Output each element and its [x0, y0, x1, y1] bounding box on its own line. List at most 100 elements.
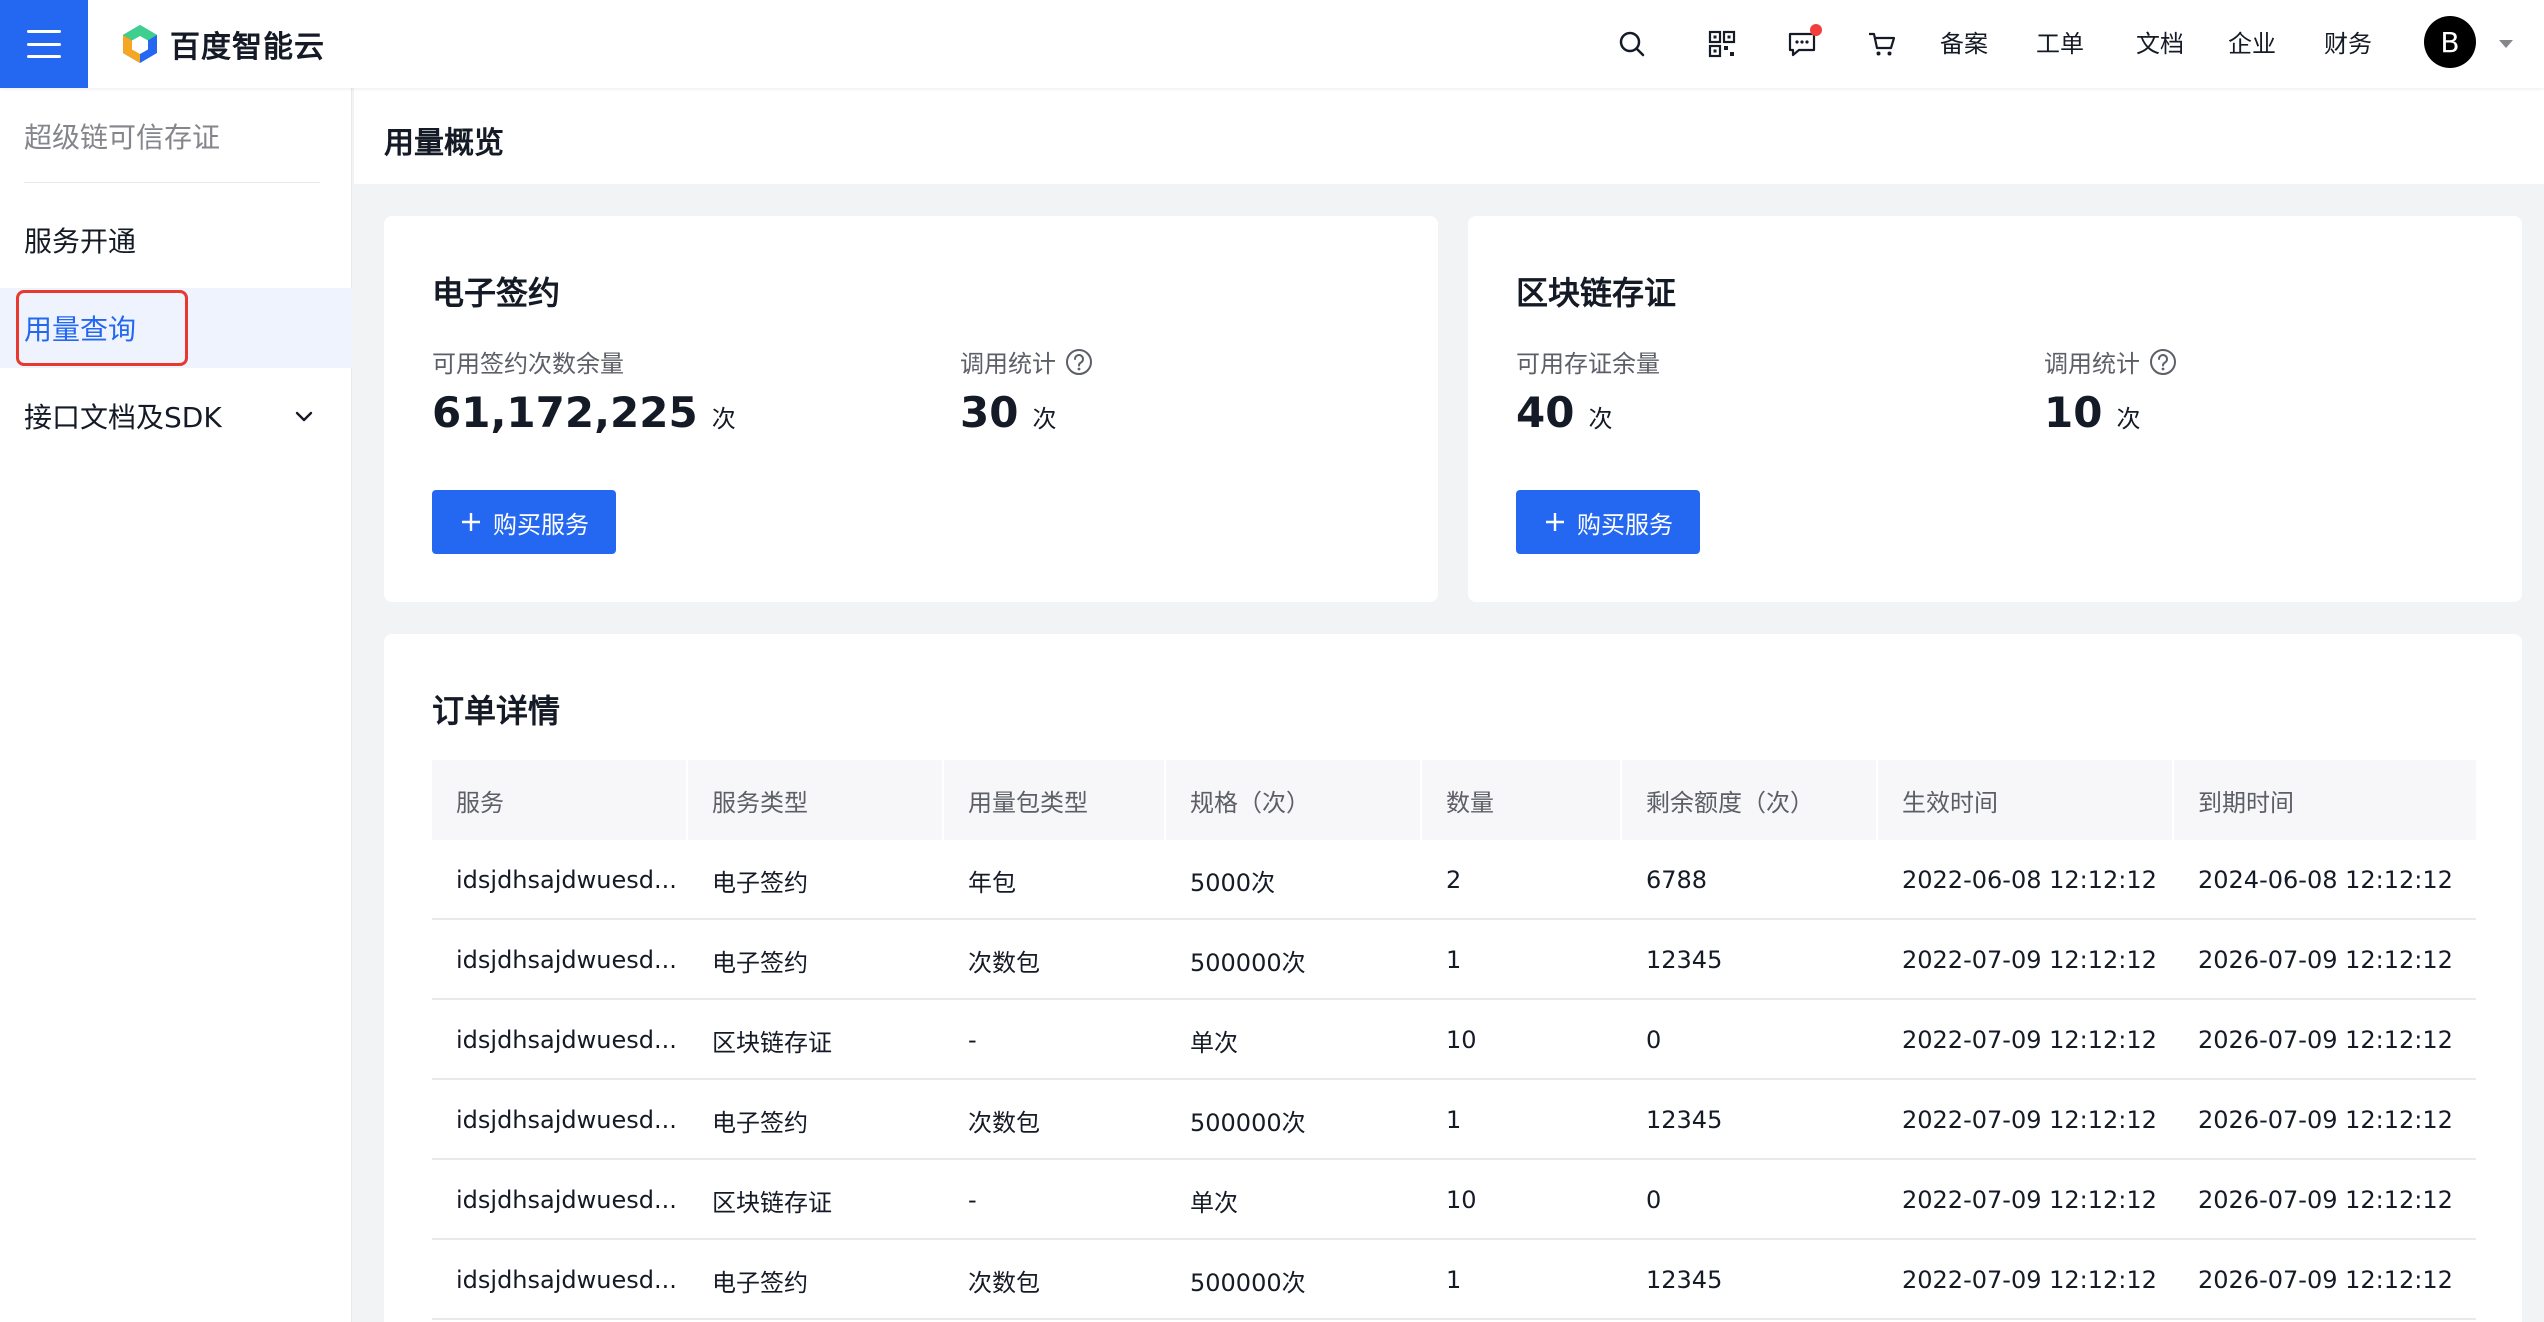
expiry-time-cell: 2026-07-09 12:12:12	[2198, 946, 2453, 974]
buy-service-label: 购买服务	[1577, 510, 1673, 539]
service-type-cell: 电子签约	[712, 1108, 808, 1137]
chevron-down-icon	[295, 411, 313, 422]
service-type-cell: 电子签约	[712, 1268, 808, 1297]
remaining-quota-cell: 6788	[1646, 866, 1708, 894]
brand-name: 百度智能云	[170, 30, 325, 65]
sidebar-item-label: 接口文档及SDK	[24, 401, 222, 434]
service-type-cell: 区块链存证	[712, 1028, 832, 1057]
effective-time-cell: 2022-07-09 12:12:12	[1902, 1106, 2157, 1134]
column-header: 用量包类型	[944, 760, 1166, 840]
effective-time-cell: 2022-06-08 12:12:12	[1902, 866, 2157, 894]
effective-time-cell: 2022-07-09 12:12:12	[1902, 1186, 2157, 1214]
sidebar-title: 超级链可信存证	[24, 121, 221, 154]
effective-time-cell: 2022-07-09 12:12:12	[1902, 1026, 2157, 1054]
column-header: 规格（次）	[1166, 760, 1422, 840]
sidebar-item-service-activation[interactable]: 服务开通	[0, 200, 352, 280]
expiry-time-cell: 2024-06-08 12:12:12	[2198, 866, 2453, 894]
quantity-cell: 1	[1446, 1106, 1462, 1134]
service-type-cell: 电子签约	[712, 868, 808, 897]
table-row: idsjdhsajdwuesd... 电子签约 次数包 500000次 1 12345 20…	[432, 1080, 2476, 1160]
package-type-cell: 次数包	[968, 948, 1040, 977]
service-id-cell[interactable]: idsjdhsajdwuesd...	[432, 1080, 688, 1160]
remaining-quota-cell: 12345	[1646, 1266, 1723, 1294]
service-id-cell[interactable]: idsjdhsajdwuesd...	[432, 1240, 688, 1320]
stat-unit: 次	[1588, 405, 1613, 433]
qrcode-icon	[1708, 30, 1736, 58]
card-title: 电子签约	[432, 274, 561, 312]
service-id-cell[interactable]: idsjdhsajdwuesd...	[432, 1160, 688, 1240]
spec-cell: 500000次	[1190, 948, 1306, 977]
buy-service-button[interactable]: 购买服务	[432, 490, 616, 554]
service-id-cell[interactable]: idsjdhsajdwuesd...	[432, 1000, 688, 1080]
column-header: 到期时间	[2198, 788, 2294, 817]
card-title: 区块链存证	[1516, 274, 1677, 312]
service-id-cell[interactable]: idsjdhsajdwuesd...	[432, 840, 688, 920]
page-title: 用量概览	[384, 126, 504, 161]
column-header: 服务类型	[688, 760, 944, 840]
remaining-quota-cell: 0	[1646, 1026, 1662, 1054]
stat-label: 可用签约次数余量	[432, 344, 624, 379]
search-button[interactable]	[1610, 22, 1654, 66]
nav-link-ticket[interactable]: 工单	[2036, 24, 2084, 64]
column-header: 生效时间	[1878, 760, 2174, 840]
stat-label-text: 调用统计	[960, 350, 1056, 378]
help-question-icon[interactable]	[1064, 347, 1094, 377]
message-button[interactable]	[1780, 22, 1824, 66]
remaining-quota-cell: 12345	[1646, 946, 1723, 974]
qrcode-button[interactable]	[1700, 22, 1744, 66]
remaining-quota-cell: 12345	[1646, 1106, 1723, 1134]
top-navigation-bar: 百度智能云 备案 工单 文档 企业 财务 B	[0, 0, 2544, 88]
sidebar-divider	[24, 182, 320, 183]
cart-button[interactable]	[1860, 22, 1904, 66]
table-row: idsjdhsajdwuesd... 区块链存证 - 单次 10 0 2022-07-09 …	[432, 1160, 2476, 1240]
service-id-cell[interactable]: idsjdhsajdwuesd...	[432, 920, 688, 1000]
plus-icon	[1546, 513, 1564, 531]
column-header: 服务	[432, 760, 688, 840]
quantity-cell: 10	[1446, 1026, 1477, 1054]
stat-label: 调用统计	[960, 344, 1094, 379]
caret-down-icon[interactable]	[2494, 32, 2518, 56]
remaining-quota-cell: 0	[1646, 1186, 1662, 1214]
quantity-cell: 1	[1446, 946, 1462, 974]
nav-link-enterprise[interactable]: 企业	[2228, 24, 2276, 64]
nav-link-beian[interactable]: 备案	[1940, 24, 1988, 64]
stat-label: 调用统计	[2044, 344, 2178, 379]
service-type-cell: 电子签约	[712, 948, 808, 977]
page-header: 用量概览	[354, 88, 2544, 184]
spec-cell: 单次	[1190, 1028, 1238, 1057]
table-row: idsjdhsajdwuesd... 电子签约 次数包 500000次 1 12345 20…	[432, 1240, 2476, 1320]
effective-time-cell: 2022-07-09 12:12:12	[1902, 1266, 2157, 1294]
spec-cell: 单次	[1190, 1188, 1238, 1217]
stat-value: 40 次	[1516, 388, 1612, 437]
hamburger-icon	[27, 30, 61, 58]
stat-label: 可用存证余量	[1516, 344, 1660, 379]
spec-cell: 500000次	[1190, 1268, 1306, 1297]
table-body: idsjdhsajdwuesd... 电子签约 年包 5000次 2 6788 2022-0…	[432, 840, 2476, 1320]
menu-toggle-button[interactable]	[0, 0, 88, 88]
package-type-cell: 次数包	[968, 1268, 1040, 1297]
expiry-time-cell: 2026-07-09 12:12:12	[2198, 1106, 2453, 1134]
stat-value: 10 次	[2044, 388, 2140, 437]
expiry-time-cell: 2026-07-09 12:12:12	[2198, 1186, 2453, 1214]
stat-unit: 次	[2116, 405, 2141, 433]
sidebar-item-api-docs-sdk[interactable]: 接口文档及SDK	[0, 376, 352, 456]
brand-logo[interactable]: 百度智能云	[118, 18, 325, 70]
service-type-cell: 区块链存证	[712, 1188, 832, 1217]
stat-unit: 次	[1032, 405, 1057, 433]
package-type-cell: 年包	[968, 868, 1016, 897]
stat-value: 30 次	[960, 388, 1056, 437]
sidebar-item-label: 用量查询	[24, 313, 137, 346]
help-question-icon[interactable]	[2148, 347, 2178, 377]
quantity-cell: 10	[1446, 1186, 1477, 1214]
table-row: idsjdhsajdwuesd... 电子签约 次数包 500000次 1 12345 20…	[432, 920, 2476, 1000]
table-header: 服务 服务类型 用量包类型 规格（次） 数量 剩余额度（次） 生效时间 到期时间	[432, 760, 2476, 840]
buy-service-button[interactable]: 购买服务	[1516, 490, 1700, 554]
table-row: idsjdhsajdwuesd... 区块链存证 - 单次 10 0 2022-07-09 …	[432, 1000, 2476, 1080]
sidebar-item-usage-query[interactable]: 用量查询	[0, 288, 352, 368]
nav-link-docs[interactable]: 文档	[2136, 24, 2184, 64]
stat-number: 61,172,225	[432, 388, 698, 437]
user-avatar[interactable]: B	[2424, 16, 2476, 68]
expiry-time-cell: 2026-07-09 12:12:12	[2198, 1026, 2453, 1054]
nav-link-finance[interactable]: 财务	[2324, 24, 2372, 64]
table-row: idsjdhsajdwuesd... 电子签约 年包 5000次 2 6788 2022-0…	[432, 840, 2476, 920]
